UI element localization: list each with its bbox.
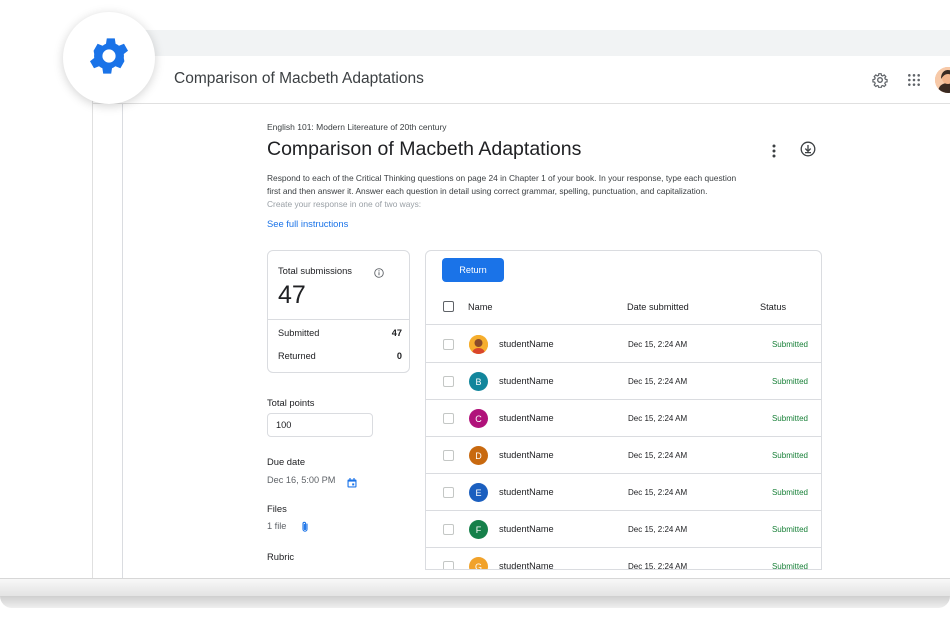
select-all-checkbox[interactable]	[443, 301, 454, 312]
laptop-base-top	[0, 578, 950, 596]
table-row[interactable]: FstudentName Dec 15, 2:24 AM Submitted	[426, 511, 821, 548]
total-points-label: Total points	[267, 397, 315, 408]
apps-grid-icon[interactable]	[903, 69, 925, 91]
see-full-instructions-link[interactable]: See full instructions	[267, 218, 348, 229]
total-submissions-count: 47	[278, 281, 306, 309]
laptop-base	[0, 578, 950, 624]
app-title: Comparison of Macbeth Adaptations	[174, 70, 424, 87]
status-badge: Submitted	[771, 562, 808, 570]
due-date-label: Due date	[267, 456, 306, 467]
student-name[interactable]: studentName	[499, 339, 554, 349]
student-avatar: F	[469, 520, 488, 539]
laptop-base-edge	[0, 596, 950, 608]
status-badge: Submitted	[771, 488, 808, 497]
rubric-label: Rubric	[267, 551, 295, 562]
table-row[interactable]: studentName Dec 15, 2:24 AM Submitted	[426, 326, 821, 363]
submissions-table: Return Name Date submitted Status studen…	[425, 250, 822, 570]
student-avatar: G	[469, 557, 488, 569]
table-row[interactable]: EstudentName Dec 15, 2:24 AM Submitted	[426, 474, 821, 511]
student-name[interactable]: studentName	[499, 561, 554, 569]
date-submitted: Dec 15, 2:24 AM	[628, 377, 688, 386]
return-button[interactable]: Return	[442, 258, 504, 282]
student-avatar: D	[469, 446, 488, 465]
column-header-name[interactable]: Name	[468, 302, 493, 312]
row-checkbox[interactable]	[443, 487, 454, 498]
status-badge: Submitted	[771, 525, 808, 534]
course-name: English 101: Modern Litereature of 20th …	[267, 122, 447, 132]
left-rail-divider	[122, 104, 123, 578]
submitted-count: 47	[391, 328, 402, 338]
submitted-row: Submitted 47	[278, 328, 402, 338]
submissions-card: Total submissions 47 Submitted 47 Return…	[267, 250, 410, 373]
student-name[interactable]: studentName	[499, 376, 554, 386]
instructions-line: Respond to each of the Critical Thinking…	[267, 173, 737, 183]
stage: Comparison of Macbeth Adaptations Englis…	[0, 0, 950, 624]
student-avatar	[469, 335, 488, 354]
submitted-label: Submitted	[278, 328, 320, 338]
table-row[interactable]: DstudentName Dec 15, 2:24 AM Submitted	[426, 437, 821, 474]
instructions-line: Create your response in one of two ways:	[267, 199, 422, 209]
row-checkbox[interactable]	[443, 339, 454, 350]
settings-icon[interactable]	[869, 69, 891, 91]
status-badge: Submitted	[771, 414, 808, 423]
table-row[interactable]: GstudentName Dec 15, 2:24 AM Submitted	[426, 548, 821, 570]
row-checkbox[interactable]	[443, 413, 454, 424]
browser-top-strip	[93, 30, 950, 56]
info-icon[interactable]	[374, 265, 384, 278]
total-submissions-label: Total submissions	[278, 265, 352, 276]
date-submitted: Dec 15, 2:24 AM	[628, 562, 688, 570]
instructions-line: first and then answer it. Answer each qu…	[267, 186, 708, 196]
app-bar: Comparison of Macbeth Adaptations	[93, 56, 950, 104]
status-badge: Submitted	[771, 377, 808, 386]
student-avatar: B	[469, 372, 488, 391]
date-submitted: Dec 15, 2:24 AM	[628, 340, 688, 349]
status-badge: Submitted	[771, 451, 808, 460]
date-submitted: Dec 15, 2:24 AM	[628, 525, 688, 534]
returned-row: Returned 0	[278, 351, 402, 361]
student-avatar: E	[469, 483, 488, 502]
files-value: 1 file	[267, 521, 287, 531]
table-row[interactable]: BstudentName Dec 15, 2:24 AM Submitted	[426, 363, 821, 400]
row-checkbox[interactable]	[443, 524, 454, 535]
calendar-icon[interactable]	[347, 475, 357, 488]
table-row[interactable]: CstudentName Dec 15, 2:24 AM Submitted	[426, 400, 821, 437]
more-vert-icon[interactable]	[768, 143, 780, 159]
total-points-field[interactable]: 100	[267, 413, 373, 437]
row-checkbox[interactable]	[443, 561, 454, 569]
card-divider	[268, 319, 409, 320]
returned-label: Returned	[278, 351, 316, 361]
date-submitted: Dec 15, 2:24 AM	[628, 451, 688, 460]
student-name[interactable]: studentName	[499, 487, 554, 497]
date-submitted: Dec 15, 2:24 AM	[628, 488, 688, 497]
student-name[interactable]: studentName	[499, 524, 554, 534]
attachment-icon[interactable]	[301, 520, 309, 532]
row-checkbox[interactable]	[443, 450, 454, 461]
assignment-instructions: Respond to each of the Critical Thinking…	[267, 172, 827, 211]
user-avatar[interactable]	[935, 67, 950, 93]
assignment-title: Comparison of Macbeth Adaptations	[267, 138, 582, 160]
table-header: Name Date submitted Status	[426, 289, 821, 325]
column-header-date[interactable]: Date submitted	[627, 302, 689, 312]
settings-bubble[interactable]	[63, 12, 155, 104]
student-name[interactable]: studentName	[499, 450, 554, 460]
date-submitted: Dec 15, 2:24 AM	[628, 414, 688, 423]
column-header-status[interactable]: Status	[760, 302, 786, 312]
returned-count: 0	[396, 351, 402, 361]
row-checkbox[interactable]	[443, 376, 454, 387]
student-avatar: C	[469, 409, 488, 428]
student-name[interactable]: studentName	[499, 413, 554, 423]
download-icon[interactable]	[799, 140, 817, 158]
due-date-value: Dec 16, 5:00 PM	[267, 475, 336, 485]
files-label: Files	[267, 503, 287, 514]
status-badge: Submitted	[771, 340, 808, 349]
settings-gear-icon	[85, 32, 133, 85]
